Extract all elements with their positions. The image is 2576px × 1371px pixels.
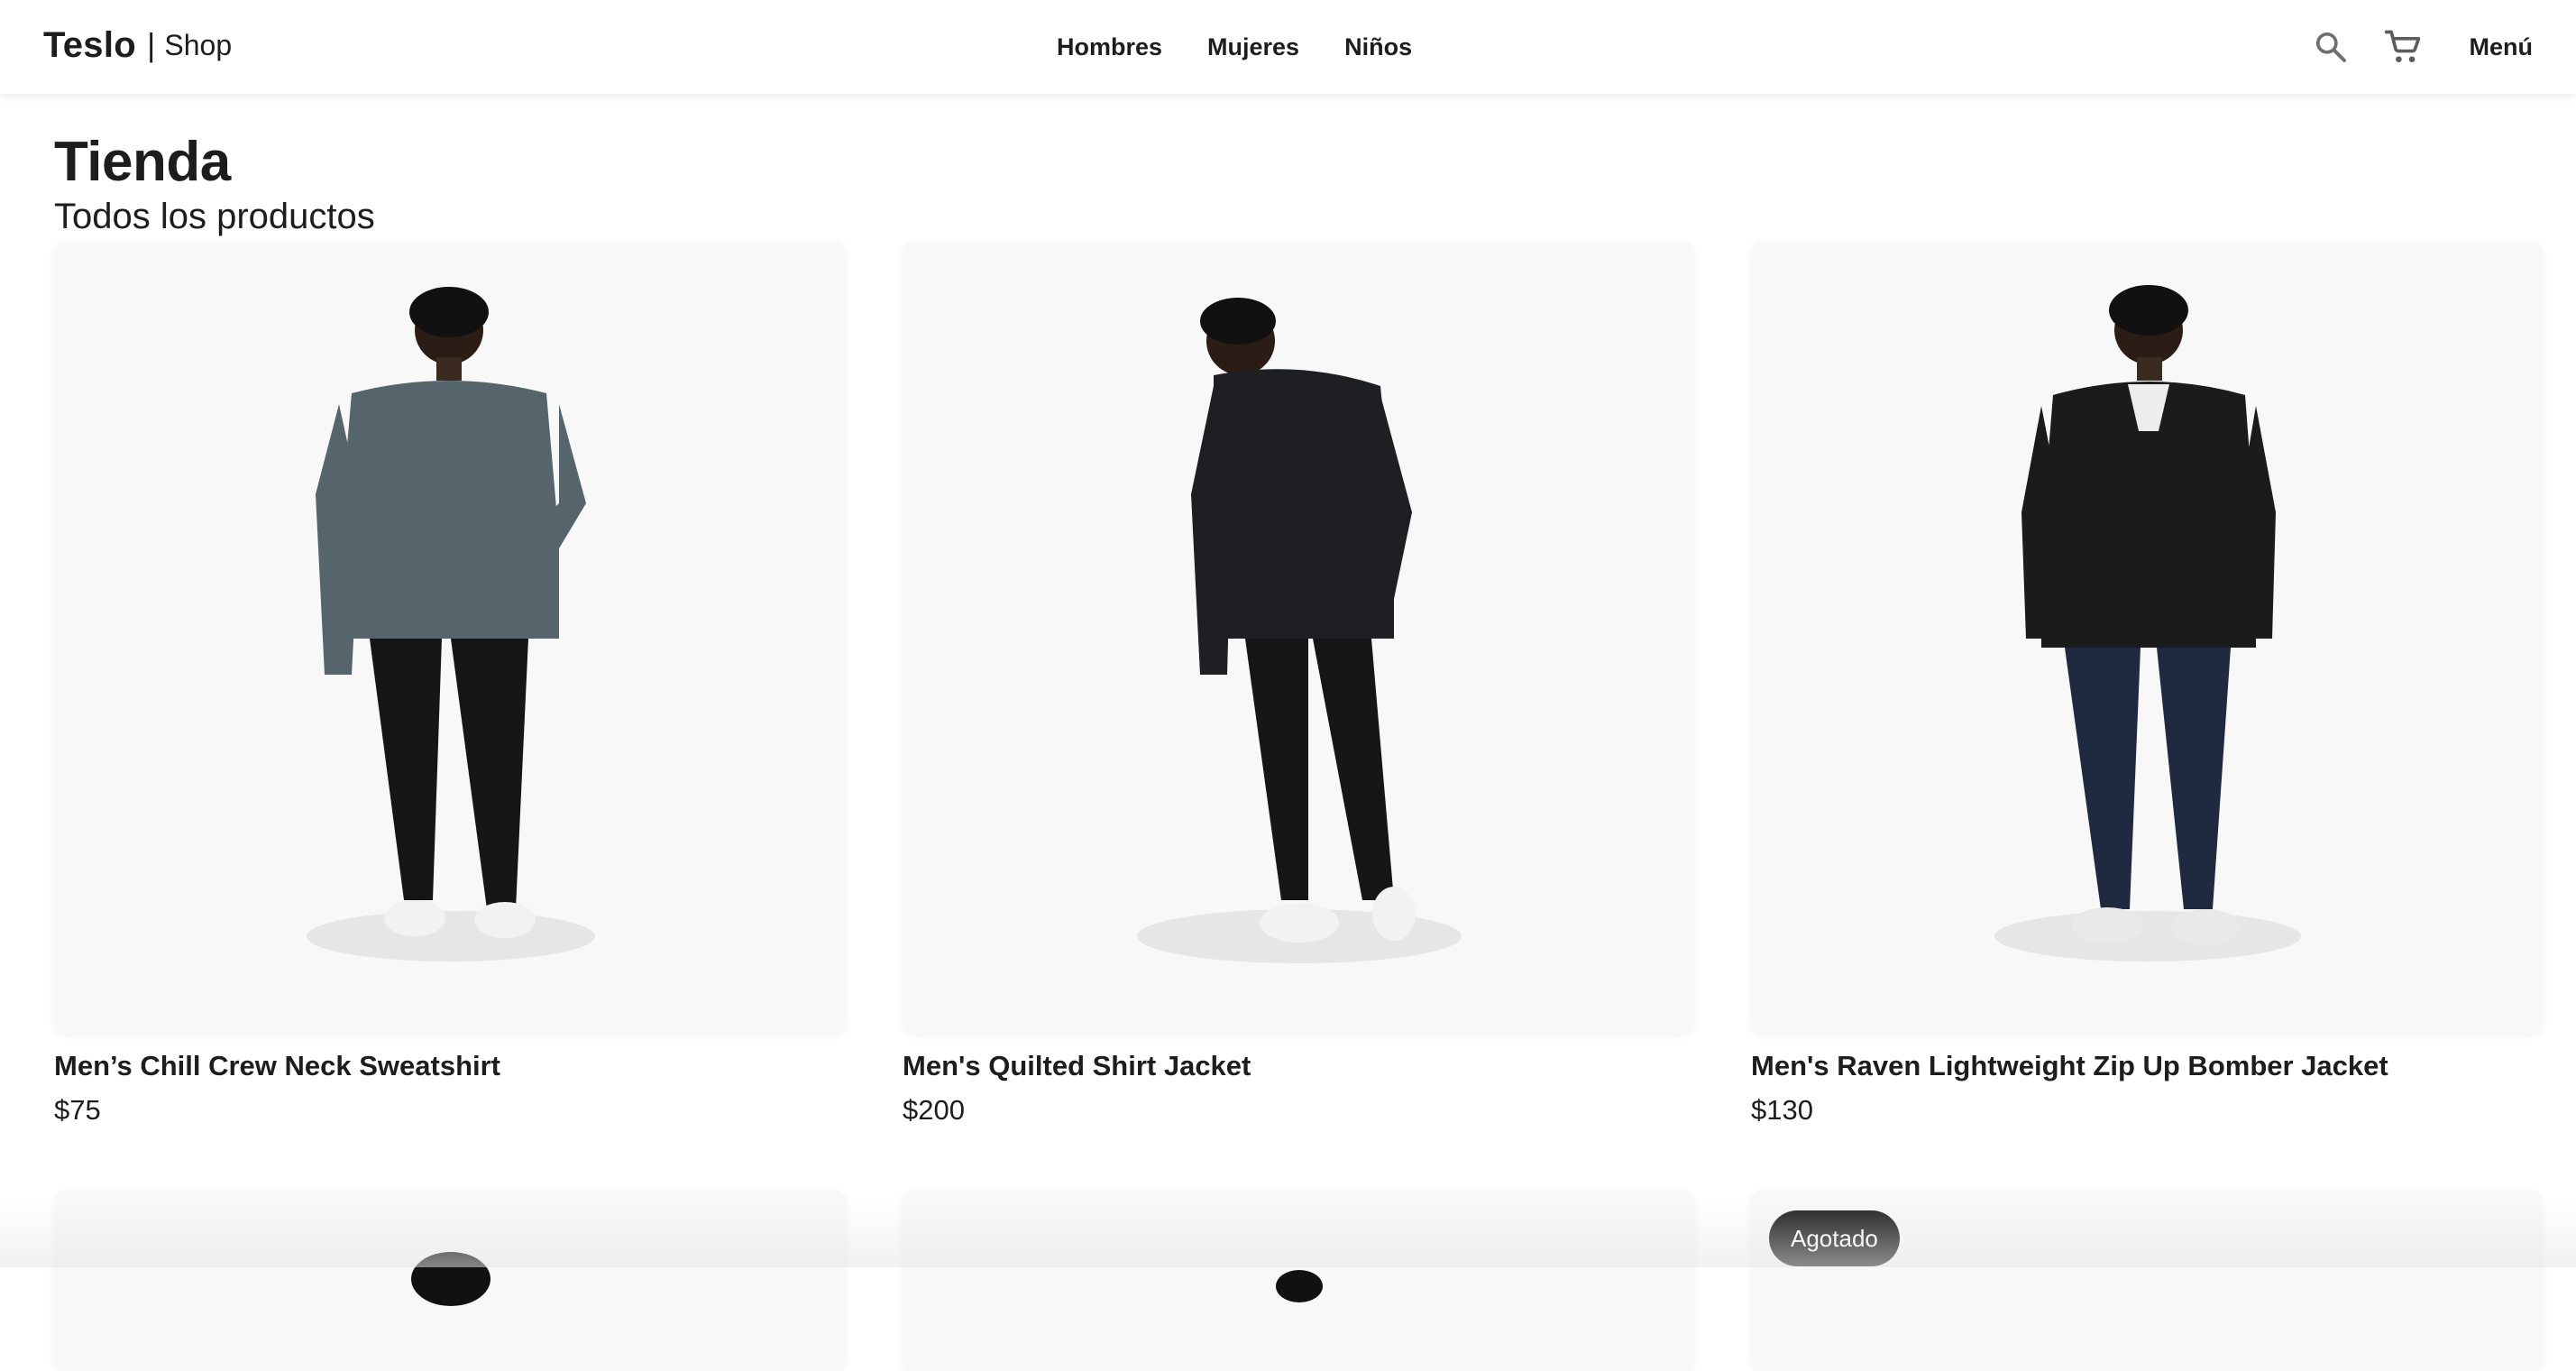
product-title[interactable]: Men's Raven Lightweight Zip Up Bomber Ja… — [1751, 1050, 2388, 1082]
product-model-photo — [307, 287, 595, 962]
product-image[interactable] — [1751, 242, 2543, 1034]
product-image[interactable] — [903, 1191, 1694, 1371]
nav-link-mujeres[interactable]: Mujeres — [1187, 28, 1319, 67]
product-image[interactable] — [903, 242, 1694, 1034]
product-price: $200 — [903, 1094, 965, 1126]
cart-icon — [2384, 30, 2420, 63]
product-model-photo — [1276, 1270, 1323, 1302]
product-image[interactable] — [54, 242, 846, 1034]
product-model-photo — [411, 1252, 490, 1306]
page-subtitle: Todos los productos — [54, 197, 375, 236]
product-card: Men's Raven Lightweight Zip Up Bomber Ja… — [1751, 242, 2543, 1126]
search-button[interactable] — [2307, 23, 2354, 70]
product-card — [903, 1191, 1694, 1371]
product-price: $75 — [54, 1094, 101, 1126]
brand-separator: | — [147, 26, 156, 63]
nav-link-hombres[interactable]: Hombres — [1037, 28, 1182, 67]
sold-out-badge: Agotado — [1769, 1210, 1900, 1266]
brand-logo-link[interactable]: Teslo | Shop — [43, 20, 232, 70]
nav-link-ninos[interactable]: Niños — [1325, 28, 1432, 67]
product-card: Men’s Chill Crew Neck Sweatshirt $75 — [54, 242, 846, 1126]
page-title: Tienda — [54, 131, 231, 193]
brand-name: Teslo — [43, 24, 137, 65]
product-card — [54, 1191, 846, 1371]
product-card: Men's Quilted Shirt Jacket $200 — [903, 242, 1694, 1126]
product-title[interactable]: Men’s Chill Crew Neck Sweatshirt — [54, 1050, 500, 1082]
product-title[interactable]: Men's Quilted Shirt Jacket — [903, 1050, 1251, 1082]
product-image[interactable] — [54, 1191, 846, 1371]
search-icon — [2315, 32, 2346, 62]
product-card: Agotado — [1751, 1191, 2543, 1371]
brand-shop-label: Shop — [164, 28, 233, 61]
product-price: $130 — [1751, 1094, 1813, 1126]
category-nav: Hombres Mujeres Niños — [1037, 27, 1432, 67]
navbar-actions: Menú — [2307, 23, 2534, 70]
product-model-photo — [1994, 285, 2301, 962]
top-navbar: Teslo | Shop Hombres Mujeres Niños Menú — [0, 0, 2576, 94]
cart-button[interactable] — [2379, 23, 2426, 70]
product-model-photo — [1137, 298, 1462, 963]
menu-button[interactable]: Menú — [2470, 33, 2534, 61]
